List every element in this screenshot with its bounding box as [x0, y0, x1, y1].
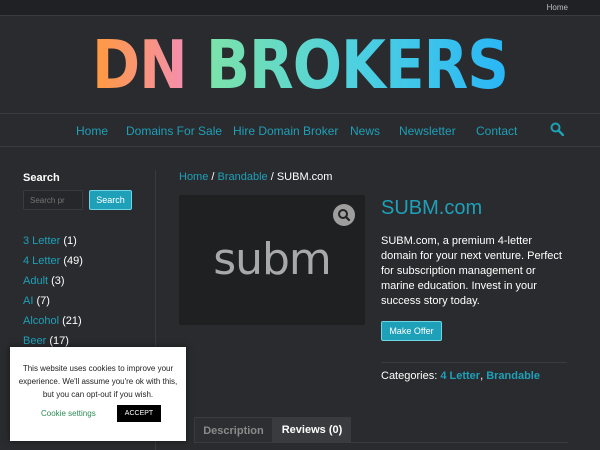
magnifier-icon: [333, 209, 355, 230]
breadcrumb-home[interactable]: Home: [179, 171, 208, 183]
category-count: (3): [51, 275, 65, 287]
site-logo[interactable]: DN BROKERS: [0, 25, 600, 106]
list-item: Alcohol (21): [23, 314, 83, 334]
zoom-button[interactable]: [333, 204, 355, 226]
product-title: SUBM.com: [381, 197, 483, 219]
tab-reviews[interactable]: Reviews (0): [273, 417, 351, 443]
accept-cookies-button[interactable]: ACCEPT: [117, 405, 161, 422]
top-home-link[interactable]: Home: [547, 3, 568, 12]
category-list: 3 Letter (1) 4 Letter (49) Adult (3) AI …: [23, 234, 83, 354]
nav-newsletter[interactable]: Newsletter: [399, 124, 456, 138]
category-link[interactable]: AI: [23, 295, 33, 307]
category-link[interactable]: Adult: [23, 275, 48, 287]
product-search-input[interactable]: [23, 190, 83, 210]
tab-description[interactable]: Description: [194, 417, 273, 443]
category-link-brandable[interactable]: Brandable: [486, 370, 540, 382]
nav-hire-domain-broker[interactable]: Hire Domain Broker: [233, 124, 338, 138]
top-bar: Home: [0, 0, 600, 16]
category-link[interactable]: Beer: [23, 335, 46, 347]
nav-home[interactable]: Home: [76, 124, 108, 138]
list-item: 3 Letter (1): [23, 234, 83, 254]
category-link-4-letter[interactable]: 4 Letter: [440, 370, 480, 382]
breadcrumb: Home / Brandable / SUBM.com: [179, 171, 332, 183]
sidebar-search-title: Search: [23, 172, 60, 184]
categories-label: Categories:: [381, 370, 441, 382]
make-offer-button[interactable]: Make Offer: [381, 321, 442, 341]
product-categories: Categories: 4 Letter, Brandable: [381, 370, 540, 382]
category-count: (7): [36, 295, 50, 307]
breadcrumb-separator: /: [208, 171, 218, 183]
logo-brokers-text: BROKERS: [205, 25, 509, 105]
search-icon[interactable]: [550, 122, 565, 137]
category-link[interactable]: Alcohol: [23, 315, 59, 327]
list-item: AI (7): [23, 294, 83, 314]
category-link[interactable]: 4 Letter: [23, 255, 60, 267]
cookie-settings-link[interactable]: Cookie settings: [41, 409, 96, 418]
category-count: (1): [63, 235, 77, 247]
category-count: (49): [63, 255, 83, 267]
search-button[interactable]: Search: [89, 190, 132, 210]
category-link[interactable]: 3 Letter: [23, 235, 60, 247]
nav-news[interactable]: News: [350, 124, 380, 138]
breadcrumb-current: SUBM.com: [276, 171, 333, 183]
tabs-border: [194, 442, 568, 443]
main-nav: Home Domains For Sale Hire Domain Broker…: [0, 113, 600, 147]
product-logo-text: subm: [213, 234, 332, 285]
nav-domains-for-sale[interactable]: Domains For Sale: [126, 124, 222, 138]
list-item: 4 Letter (49): [23, 254, 83, 274]
cookie-banner: This website uses cookies to improve you…: [10, 347, 186, 441]
category-count: (21): [62, 315, 82, 327]
logo-dn-text: DN: [91, 25, 188, 105]
list-item: Adult (3): [23, 274, 83, 294]
nav-contact[interactable]: Contact: [476, 124, 517, 138]
category-count: (17): [49, 335, 69, 347]
product-description: SUBM.com, a premium 4-letter domain for …: [381, 235, 562, 307]
divider: [381, 362, 567, 363]
breadcrumb-category[interactable]: Brandable: [218, 171, 268, 183]
cookie-message: This website uses cookies to improve you…: [18, 364, 178, 399]
breadcrumb-separator: /: [267, 171, 277, 183]
